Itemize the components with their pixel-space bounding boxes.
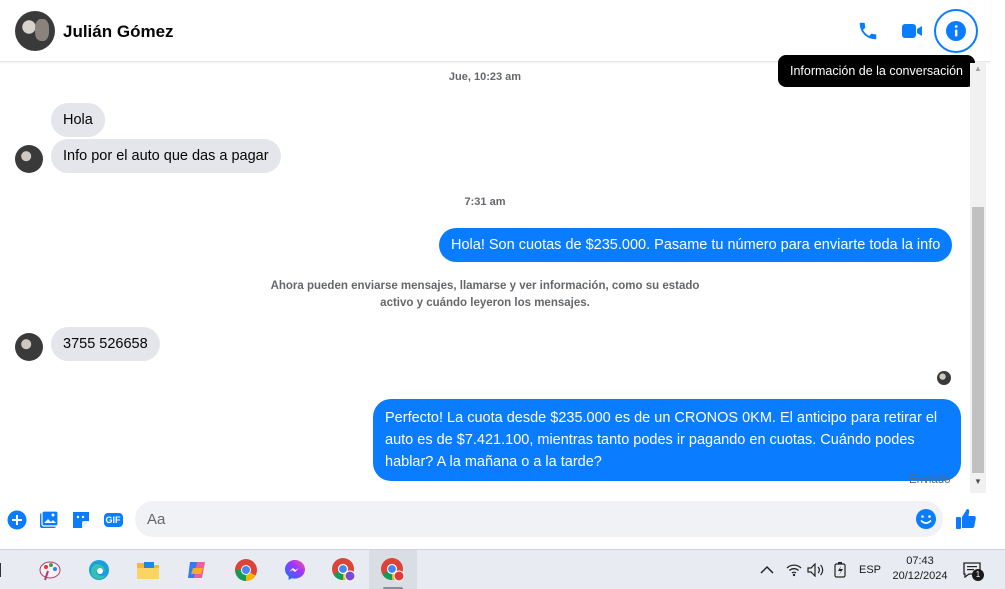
message-list[interactable]: Jue, 10:23 am Hola Info por el auto que … — [0, 63, 970, 495]
scroll-up-arrow-icon[interactable]: ▲ — [972, 64, 984, 76]
taskbar-app-chrome[interactable] — [222, 550, 270, 589]
taskbar-app-chrome-profile-active[interactable] — [369, 550, 417, 589]
incoming-message[interactable]: Hola — [51, 103, 105, 137]
sender-avatar — [15, 333, 43, 361]
more-actions-button[interactable] — [6, 509, 28, 531]
conversation-info-button[interactable] — [934, 9, 978, 53]
clock-time: 07:43 — [906, 555, 934, 567]
chrome-profile-icon — [332, 558, 356, 582]
seen-indicator-avatar — [937, 371, 951, 385]
show-hidden-icons-button[interactable] — [756, 550, 778, 589]
outgoing-message[interactable]: Perfecto! La cuota desde $235.000 es de … — [373, 399, 961, 481]
plus-circle-icon — [7, 510, 27, 530]
scrollbar-thumb[interactable] — [972, 207, 984, 473]
input-language-button[interactable]: ESP — [855, 550, 885, 589]
gif-button[interactable]: GIF — [101, 509, 125, 531]
photo-icon — [40, 510, 59, 528]
message-input[interactable] — [147, 501, 907, 537]
system-notice-line: activo y cuándo leyeron los mensajes. — [380, 297, 590, 309]
system-notice-line: Ahora pueden enviarse mensajes, llamarse… — [270, 280, 700, 292]
scroll-down-arrow-icon[interactable]: ▼ — [972, 477, 984, 489]
contact-name[interactable]: Julián Gómez — [63, 22, 174, 42]
paint-palette-icon — [39, 561, 61, 581]
message-input-container[interactable] — [135, 501, 943, 537]
edge-browser-icon — [89, 560, 109, 580]
battery-button[interactable] — [830, 550, 850, 589]
delivery-status: Enviado — [909, 474, 951, 486]
emoji-icon — [916, 509, 936, 529]
taskbar-app-messenger[interactable] — [271, 550, 319, 589]
sender-avatar — [15, 145, 43, 173]
windows-taskbar: ESP 07:43 20/12/2024 — [0, 549, 1005, 589]
emoji-button[interactable] — [915, 508, 937, 530]
volume-button[interactable] — [806, 550, 826, 589]
search-tray-button[interactable] — [0, 550, 10, 589]
thumbs-up-icon — [956, 509, 976, 529]
taskbar-app-copilot[interactable] — [173, 550, 221, 589]
taskbar-app-edge[interactable] — [75, 550, 123, 589]
info-icon — [946, 21, 966, 41]
timestamp: Jue, 10:23 am — [448, 71, 522, 83]
clock-date: 20/12/2024 — [892, 570, 948, 582]
network-button[interactable] — [784, 550, 804, 589]
video-call-button[interactable] — [897, 16, 927, 46]
battery-charging-icon — [834, 562, 846, 578]
notification-count-badge: 1 — [972, 569, 984, 581]
gif-icon: GIF — [103, 513, 123, 527]
timestamp: 7:31 am — [464, 196, 506, 208]
taskbar-app-paint[interactable] — [26, 550, 74, 589]
phone-icon — [859, 22, 877, 40]
clock[interactable]: 07:43 20/12/2024 — [888, 554, 952, 584]
copilot-icon — [188, 562, 205, 578]
system-notice: Ahora pueden enviarse mensajes, llamarse… — [245, 278, 725, 312]
voice-call-button[interactable] — [853, 16, 883, 46]
contact-avatar[interactable] — [15, 11, 55, 51]
chevron-up-icon — [760, 565, 774, 574]
chrome-icon — [235, 559, 257, 581]
folder-icon — [137, 562, 159, 579]
messenger-window: Julián Gómez Información de la conversac… — [0, 0, 1005, 589]
video-icon — [902, 24, 922, 38]
wifi-icon — [786, 564, 802, 577]
taskbar-app-file-explorer[interactable] — [124, 550, 172, 589]
sticker-icon — [73, 512, 89, 528]
incoming-message[interactable]: 3755 526658 — [51, 327, 160, 361]
message-line: hablar? A la mañana o a la tarde? — [385, 454, 602, 470]
taskbar-app-chrome-profile[interactable] — [320, 550, 368, 589]
message-composer: GIF — [0, 495, 1005, 545]
messenger-icon — [285, 560, 305, 580]
like-button[interactable] — [954, 507, 978, 531]
attach-photo-button[interactable] — [38, 509, 60, 531]
sticker-button[interactable] — [70, 509, 92, 531]
grip-icon — [0, 563, 1, 577]
speaker-icon — [807, 563, 824, 577]
message-line: auto es de $7.421.100, mientras tanto po… — [385, 432, 915, 448]
chrome-profile-icon — [381, 558, 405, 582]
incoming-message[interactable]: Info por el auto que das a pagar — [51, 139, 281, 173]
conversation-header: Julián Gómez — [0, 0, 990, 62]
message-line: Perfecto! La cuota desde $235.000 es de … — [385, 410, 938, 426]
outgoing-message[interactable]: Hola! Son cuotas de $235.000. Pasame tu … — [439, 228, 953, 262]
